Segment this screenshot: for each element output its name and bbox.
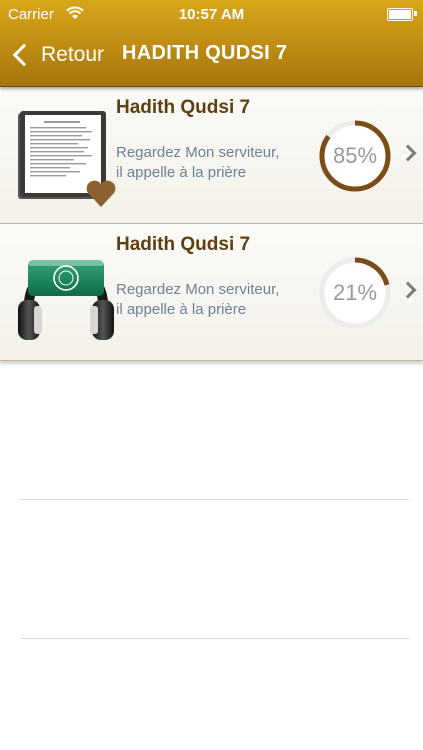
chevron-right-icon xyxy=(399,144,417,162)
heart-icon xyxy=(86,180,116,207)
chevron-left-icon xyxy=(12,43,36,67)
item-subtitle-line1: Regardez Mon serviteur, xyxy=(116,281,280,298)
nav-bar: Retour HADITH QUDSI 7 xyxy=(0,28,423,86)
page-title: HADITH QUDSI 7 xyxy=(122,42,288,64)
headphones-icon xyxy=(18,260,114,340)
item-title: Hadith Qudsi 7 xyxy=(116,97,251,118)
item-subtitle-line2: il appelle à la prière xyxy=(116,164,247,181)
table-separator xyxy=(21,638,409,639)
item-title: Hadith Qudsi 7 xyxy=(116,234,251,255)
chevron-right-icon xyxy=(399,281,417,299)
battery-icon xyxy=(387,8,413,21)
progress-label: 21% xyxy=(332,280,378,305)
progress-label: 85% xyxy=(332,143,378,168)
list-item[interactable]: Hadith Qudsi 7 Regardez Mon serviteur, i… xyxy=(0,224,423,361)
document-icon xyxy=(18,111,116,207)
navigation-header: Carrier 10:57 AM Retour HADITH QUDSI 7 xyxy=(0,0,423,87)
item-subtitle: Regardez Mon serviteur, il appelle à la … xyxy=(116,143,316,183)
battery-tip xyxy=(414,11,417,16)
item-subtitle-line1: Regardez Mon serviteur, xyxy=(116,144,280,161)
item-subtitle-line2: il appelle à la prière xyxy=(116,301,247,318)
table-separator xyxy=(21,499,409,500)
back-button[interactable]: Retour xyxy=(10,38,104,72)
status-bar: Carrier 10:57 AM xyxy=(0,0,423,28)
list-item[interactable]: Hadith Qudsi 7 Regardez Mon serviteur, i… xyxy=(0,87,423,224)
back-label: Retour xyxy=(41,43,105,66)
item-subtitle: Regardez Mon serviteur, il appelle à la … xyxy=(116,280,316,320)
status-time: 10:57 AM xyxy=(178,6,245,23)
